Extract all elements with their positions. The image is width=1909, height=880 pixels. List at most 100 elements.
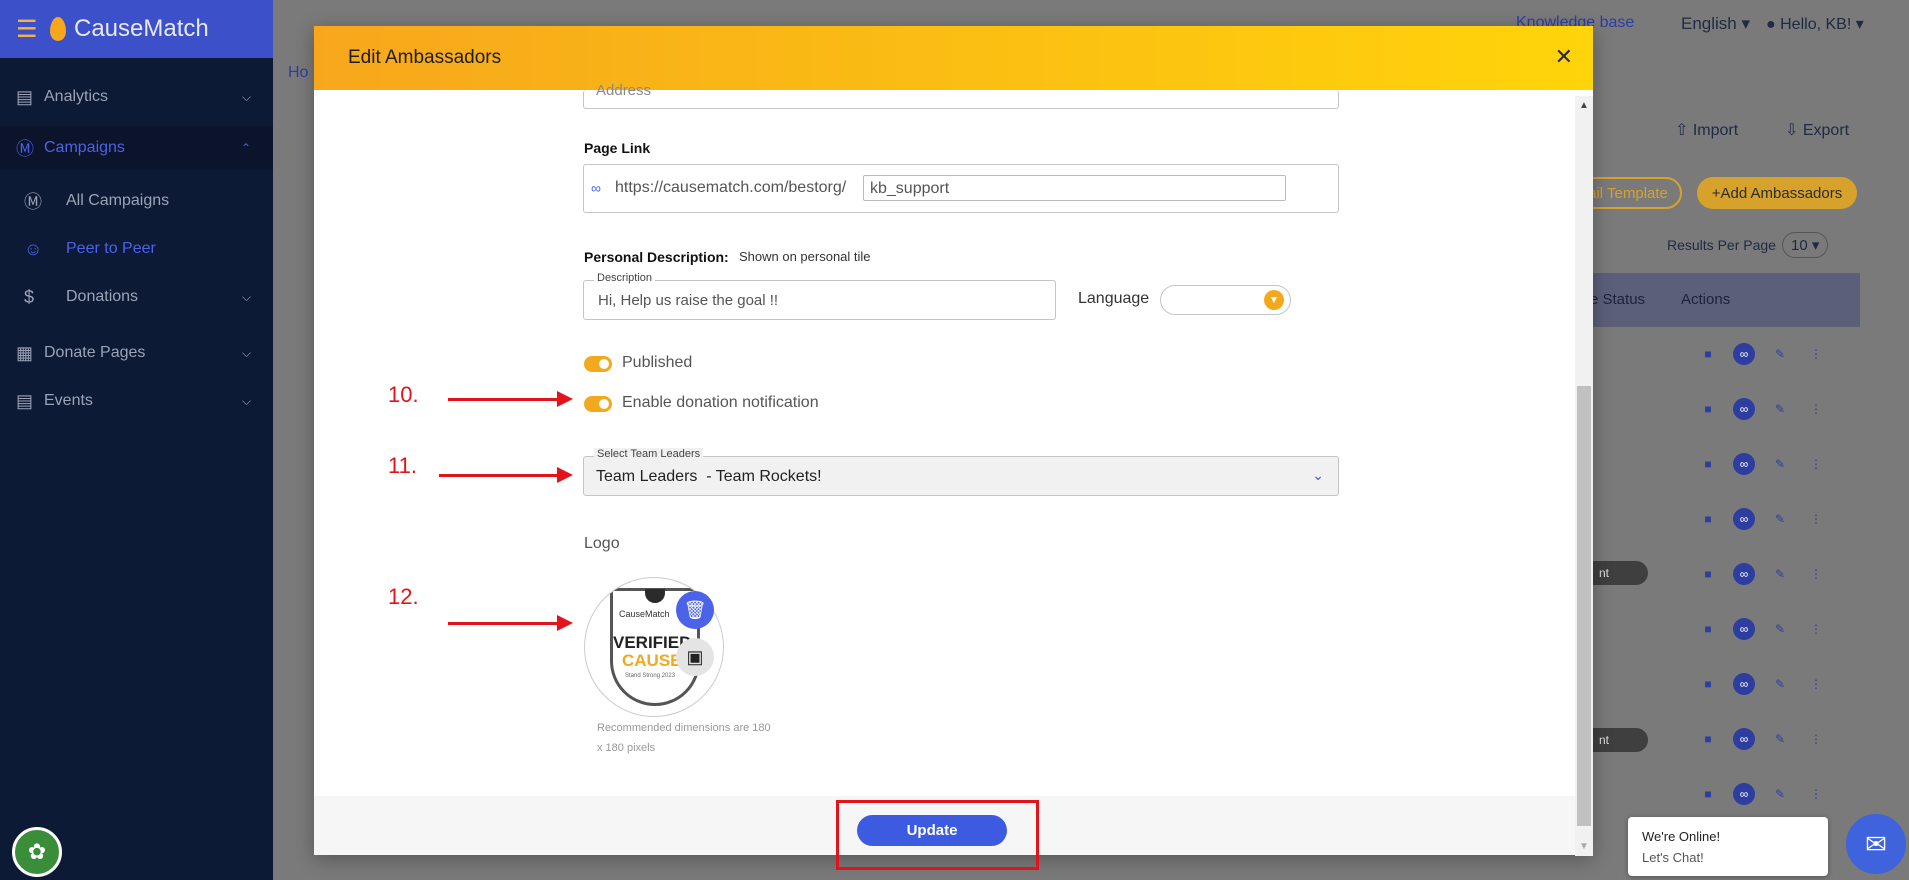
table-row-actions: ■ ∞ ✎ ⋮ (1697, 508, 1827, 530)
gift-icon[interactable]: ■ (1697, 398, 1719, 420)
published-label: Published (622, 354, 693, 371)
chevron-down-icon: ▼ (1264, 290, 1284, 310)
table-row-actions: ■ ∞ ✎ ⋮ (1697, 453, 1827, 475)
results-per-page-select[interactable]: 10 ▾ (1782, 232, 1829, 258)
sidebar-item-donations[interactable]: $ Donations ⌵ (0, 278, 273, 316)
modal-scrollbar[interactable]: ▲ ▼ (1575, 96, 1593, 856)
address-field[interactable]: Address (583, 82, 1339, 109)
export-button[interactable]: ⇩ Export (1785, 120, 1849, 140)
breadcrumb[interactable]: Ho (288, 64, 308, 82)
link-icon[interactable]: ∞ (1733, 343, 1755, 365)
gift-icon[interactable]: ■ (1697, 673, 1719, 695)
cookie-settings-button[interactable]: ✿ (12, 827, 62, 877)
table-row-actions: ■ ∞ ✎ ⋮ (1697, 343, 1827, 365)
sidebar: ☰ CauseMatch ▤ Analytics ⌵ Ⓜ Campaigns ⌃… (0, 0, 273, 880)
donation-notification-label: Enable donation notification (622, 394, 819, 411)
trash-icon: 🗑 (683, 599, 707, 620)
more-icon[interactable]: ⋮ (1805, 618, 1827, 640)
page-link-slug-input[interactable]: kb_support (863, 175, 1286, 201)
dollar-circle-icon: Ⓜ (16, 139, 34, 159)
more-icon[interactable]: ⋮ (1805, 398, 1827, 420)
published-toggle[interactable] (584, 356, 612, 372)
import-button[interactable]: ⇧ Import (1675, 120, 1738, 140)
scrollbar-thumb[interactable] (1577, 386, 1591, 826)
sidebar-item-campaigns[interactable]: Ⓜ Campaigns ⌃ (0, 126, 273, 170)
gift-icon[interactable]: ■ (1697, 618, 1719, 640)
edit-icon[interactable]: ✎ (1769, 343, 1791, 365)
more-icon[interactable]: ⋮ (1805, 343, 1827, 365)
user-avatar-icon: ● (1766, 16, 1776, 33)
logo-hint-line1: Recommended dimensions are 180 (597, 722, 771, 734)
more-icon[interactable]: ⋮ (1805, 783, 1827, 805)
logo-label: Logo (584, 535, 620, 552)
modal-title: Edit Ambassadors (348, 47, 502, 68)
more-icon[interactable]: ⋮ (1805, 508, 1827, 530)
description-input[interactable]: Hi, Help us raise the goal !! (583, 280, 1056, 320)
annotation-10: 10. (388, 382, 419, 407)
link-icon: ∞ (591, 180, 601, 196)
table-row-actions: ■ ∞ ✎ ⋮ (1697, 728, 1827, 750)
link-icon[interactable]: ∞ (1733, 453, 1755, 475)
chat-widget[interactable]: We're Online! Let's Chat! (1628, 817, 1828, 876)
edit-icon[interactable]: ✎ (1769, 563, 1791, 585)
chevron-down-icon: ⌵ (241, 289, 251, 304)
more-icon[interactable]: ⋮ (1805, 673, 1827, 695)
gift-icon[interactable]: ■ (1697, 453, 1719, 475)
language-select[interactable]: English ▾ (1681, 14, 1750, 34)
link-icon[interactable]: ∞ (1733, 783, 1755, 805)
link-icon[interactable]: ∞ (1733, 673, 1755, 695)
team-leaders-select[interactable]: Team Leaders - Team Rockets! ⌄ (583, 456, 1339, 496)
chat-button[interactable]: ✉ (1846, 814, 1906, 874)
link-icon[interactable]: ∞ (1733, 563, 1755, 585)
edit-icon[interactable]: ✎ (1769, 618, 1791, 640)
logo-brand-text: CauseMatch (619, 609, 670, 619)
edit-icon[interactable]: ✎ (1769, 453, 1791, 475)
edit-icon[interactable]: ✎ (1769, 398, 1791, 420)
add-ambassadors-button[interactable]: + Add Ambassadors (1697, 177, 1857, 209)
gift-icon[interactable]: ■ (1697, 508, 1719, 530)
sidebar-header: ☰ CauseMatch (0, 0, 273, 58)
gift-icon[interactable]: ■ (1697, 728, 1719, 750)
grid-icon: ▦ (16, 342, 34, 363)
column-status: e Status (1590, 291, 1646, 308)
sidebar-item-peer-to-peer[interactable]: ☺ Peer to Peer (0, 230, 273, 268)
edit-icon[interactable]: ✎ (1769, 728, 1791, 750)
edit-ambassadors-modal: Edit Ambassadors ✕ ▲ ▼ Address Page Link… (314, 26, 1593, 870)
scroll-up-icon[interactable]: ▲ (1579, 100, 1589, 111)
user-menu[interactable]: ● Hello, KB! ▾ (1766, 14, 1864, 34)
gift-icon[interactable]: ■ (1697, 783, 1719, 805)
causematch-logo-icon (50, 17, 66, 41)
edit-icon[interactable]: ✎ (1769, 508, 1791, 530)
link-icon[interactable]: ∞ (1733, 618, 1755, 640)
more-icon[interactable]: ⋮ (1805, 453, 1827, 475)
link-icon[interactable]: ∞ (1733, 508, 1755, 530)
scroll-down-icon[interactable]: ▼ (1579, 841, 1589, 852)
donation-notification-toggle[interactable] (584, 396, 612, 412)
close-icon[interactable]: ✕ (1555, 44, 1573, 70)
link-icon[interactable]: ∞ (1733, 728, 1755, 750)
sidebar-item-events[interactable]: ▤ Events ⌵ (0, 382, 273, 420)
gift-icon[interactable]: ■ (1697, 343, 1719, 365)
edit-icon[interactable]: ✎ (1769, 783, 1791, 805)
app-name: CauseMatch (74, 15, 209, 42)
dollar-circle-icon: Ⓜ (24, 192, 42, 212)
link-icon[interactable]: ∞ (1733, 398, 1755, 420)
delete-logo-button[interactable]: 🗑 (676, 591, 714, 629)
gift-icon[interactable]: ■ (1697, 563, 1719, 585)
upload-logo-button[interactable]: ▣ (676, 638, 714, 676)
sidebar-item-all-campaigns[interactable]: Ⓜ All Campaigns (0, 182, 273, 220)
logo-cause-text: CAUSE (622, 651, 682, 670)
personal-description-note: Shown on personal tile (739, 249, 871, 264)
edit-icon[interactable]: ✎ (1769, 673, 1791, 695)
shield-check-icon (645, 589, 665, 603)
team-leaders-floating-label: Select Team Leaders (594, 448, 704, 460)
language-select[interactable]: ▼ (1160, 285, 1291, 315)
more-icon[interactable]: ⋮ (1805, 563, 1827, 585)
page-link-label: Page Link (584, 140, 651, 156)
chat-line2: Let's Chat! (1642, 850, 1704, 865)
more-icon[interactable]: ⋮ (1805, 728, 1827, 750)
annotation-arrow-12 (448, 615, 573, 631)
sidebar-item-analytics[interactable]: ▤ Analytics ⌵ (0, 78, 273, 116)
sidebar-item-donate-pages[interactable]: ▦ Donate Pages ⌵ (0, 334, 273, 372)
menu-icon[interactable]: ☰ (16, 15, 50, 44)
